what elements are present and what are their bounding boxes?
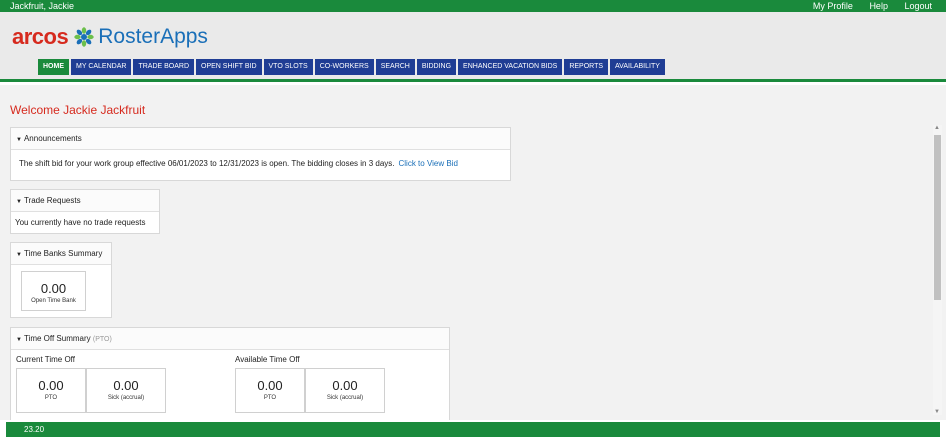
tile-value: 0.00	[40, 281, 67, 296]
scroll-up-icon[interactable]: ▲	[934, 125, 940, 131]
current-time-off-label: Current Time Off	[16, 355, 75, 364]
scrollbar-thumb[interactable]	[934, 135, 941, 300]
main-nav: HOME MY CALENDAR TRADE BOARD OPEN SHIFT …	[38, 59, 667, 75]
top-links: My Profile Help Logout	[799, 0, 932, 12]
available-pto-tile: 0.00 PTO	[235, 368, 305, 413]
trade-requests-title: Trade Requests	[23, 196, 81, 205]
announcements-panel: ▼ Announcements The shift bid for your wo…	[10, 127, 511, 181]
logout-link[interactable]: Logout	[904, 1, 932, 11]
top-bar: Jackfruit, Jackie My Profile Help Logout	[0, 0, 946, 12]
caret-down-icon: ▼	[16, 337, 22, 343]
caret-down-icon: ▼	[16, 199, 22, 205]
user-name: Jackfruit, Jackie	[10, 1, 75, 11]
tile-value: 0.00	[38, 378, 64, 393]
tab-bidding[interactable]: BIDDING	[416, 59, 457, 75]
rosterapps-logo-text: RosterApps	[98, 25, 208, 48]
tile-label: Open Time Bank	[31, 298, 76, 304]
tile-value: 0.00	[257, 378, 283, 393]
main-content: Welcome Jackie Jackfruit ▼ Announcements …	[0, 85, 946, 420]
app-header: arcos RosterApps HOME MY CALENDAR TRADE …	[0, 12, 946, 82]
announcements-body: The shift bid for your work group effect…	[11, 150, 510, 178]
my-profile-link[interactable]: My Profile	[813, 1, 853, 11]
time-banks-title: Time Banks Summary	[23, 249, 103, 258]
tab-vto-slots[interactable]: VTO SLOTS	[263, 59, 313, 75]
tile-label: PTO	[263, 395, 277, 401]
announcements-header[interactable]: ▼ Announcements	[11, 128, 510, 150]
dashboard-scroll-area[interactable]: ▼ Announcements The shift bid for your wo…	[0, 122, 946, 420]
tile-value: 0.00	[113, 378, 139, 393]
time-off-subtitle: (PTO)	[92, 336, 112, 343]
tab-reports[interactable]: REPORTS	[564, 59, 609, 75]
tab-home[interactable]: HOME	[38, 59, 69, 75]
tile-label: Sick (accrual)	[326, 395, 364, 401]
arcos-logo-text: arcos	[12, 24, 69, 49]
caret-down-icon: ▼	[16, 252, 22, 258]
announcements-title: Announcements	[23, 134, 82, 143]
current-pto-tile: 0.00 PTO	[16, 368, 86, 413]
announcement-message: The shift bid for your work group effect…	[19, 159, 395, 168]
open-time-bank-tile: 0.00 Open Time Bank	[21, 271, 86, 311]
time-banks-header[interactable]: ▼ Time Banks Summary	[11, 243, 111, 265]
gear-logo-icon	[74, 27, 94, 47]
caret-down-icon: ▼	[16, 137, 22, 143]
available-sick-tile: 0.00 Sick (accrual)	[305, 368, 385, 413]
available-time-off-label: Available Time Off	[235, 355, 300, 364]
tile-label: PTO	[44, 395, 58, 401]
time-banks-panel: ▼ Time Banks Summary 0.00 Open Time Bank	[10, 242, 112, 318]
tab-open-shift-bid[interactable]: OPEN SHIFT BID	[196, 59, 262, 75]
tab-enhanced-vacation-bids[interactable]: ENHANCED VACATION BIDS	[458, 59, 563, 75]
help-link[interactable]: Help	[869, 1, 888, 11]
footer-bar: 23.20	[6, 422, 940, 437]
welcome-heading: Welcome Jackie Jackfruit	[10, 103, 146, 117]
vertical-scrollbar[interactable]: ▲ ▼	[933, 125, 942, 415]
trade-requests-message: You currently have no trade requests	[15, 218, 146, 227]
tab-availability[interactable]: AVAILABILITY	[610, 59, 665, 75]
tab-search[interactable]: SEARCH	[375, 59, 415, 75]
app-logo: arcos RosterApps	[12, 24, 208, 50]
tab-trade-board[interactable]: TRADE BOARD	[133, 59, 195, 75]
tile-value: 0.00	[332, 378, 358, 393]
time-off-title: Time Off Summary	[23, 334, 91, 343]
tab-co-workers[interactable]: CO-WORKERS	[314, 59, 374, 75]
view-bid-link[interactable]: Click to View Bid	[399, 159, 458, 168]
tab-my-calendar[interactable]: MY CALENDAR	[71, 59, 132, 75]
time-off-panel: ▼ Time Off Summary (PTO) Current Time Off…	[10, 327, 450, 420]
tile-label: Sick (accrual)	[107, 395, 145, 401]
current-sick-tile: 0.00 Sick (accrual)	[86, 368, 166, 413]
trade-requests-body: You currently have no trade requests	[11, 212, 159, 234]
time-off-header[interactable]: ▼ Time Off Summary (PTO)	[11, 328, 449, 350]
trade-requests-panel: ▼ Trade Requests You currently have no tr…	[10, 189, 160, 234]
trade-requests-header[interactable]: ▼ Trade Requests	[11, 190, 159, 212]
version-number: 23.20	[24, 425, 45, 434]
scroll-down-icon[interactable]: ▼	[934, 409, 940, 415]
